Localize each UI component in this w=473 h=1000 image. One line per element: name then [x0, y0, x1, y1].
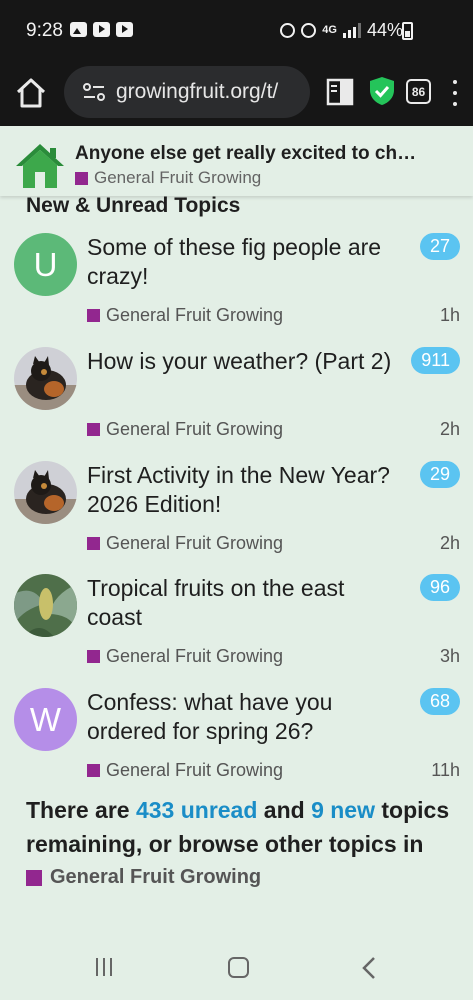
topic-age[interactable]: 11h — [431, 760, 460, 781]
browse-category-label: General Fruit Growing — [50, 866, 262, 888]
header-category-label: General Fruit Growing — [94, 168, 262, 187]
plant-photo-avatar — [14, 574, 77, 637]
youtube-notification-icon — [93, 22, 110, 37]
notification-icons — [70, 22, 133, 37]
remaining-topics-message: There are 433 unread and 9 new topics re… — [26, 793, 466, 861]
topic-link[interactable]: Some of these fig people are crazy! — [87, 233, 397, 291]
back-icon[interactable] — [362, 956, 376, 980]
status-bar: 9:28 4G 44% — [0, 0, 473, 62]
avatar[interactable]: W — [14, 688, 77, 751]
unread-link[interactable]: 433 unread — [136, 797, 257, 823]
topic-category-label: General Fruit Growing — [106, 419, 284, 439]
network-type: 4G — [322, 24, 337, 36]
topic-age[interactable]: 1h — [440, 305, 460, 326]
data-saver-icon — [280, 23, 296, 38]
topic-link[interactable]: How is your weather? (Part 2) — [87, 347, 397, 376]
topic-category[interactable]: General Fruit Growing — [87, 760, 283, 781]
topic-title[interactable]: Anyone else get really excited to ch… — [75, 143, 465, 165]
footer-prefix: There are — [26, 797, 136, 823]
new-link[interactable]: 9 new — [311, 797, 375, 823]
system-nav-bar — [0, 936, 473, 1000]
category-square-icon — [75, 171, 88, 185]
tabs-button[interactable]: 86 — [406, 79, 431, 104]
topic-item[interactable]: U Some of these fig people are crazy! 27… — [0, 233, 473, 347]
nav-home-icon[interactable] — [228, 957, 249, 978]
youtube-notification-icon-2 — [116, 22, 133, 37]
avatar[interactable] — [14, 574, 77, 637]
reply-count-badge[interactable]: 911 — [411, 347, 460, 374]
gallery-notification-icon — [70, 22, 87, 37]
house-logo-icon[interactable] — [14, 142, 66, 190]
recent-apps-icon[interactable] — [96, 958, 112, 976]
address-bar[interactable]: growingfruit.org/t/ — [64, 66, 310, 118]
topic-category[interactable]: General Fruit Growing — [87, 419, 283, 440]
avatar[interactable] — [14, 461, 77, 524]
avatar-letter: W — [14, 688, 77, 751]
browser-toolbar: growingfruit.org/t/ 86 — [0, 62, 473, 126]
topic-category-label: General Fruit Growing — [106, 305, 284, 325]
reply-count-badge[interactable]: 29 — [419, 461, 460, 488]
topic-category[interactable]: General Fruit Growing — [87, 646, 283, 667]
cat-photo-avatar — [14, 461, 77, 524]
avatar[interactable]: U — [14, 233, 77, 296]
category-square-icon — [87, 423, 100, 436]
status-time: 9:28 — [26, 20, 63, 41]
site-header: Anyone else get really excited to ch… Ge… — [0, 126, 473, 196]
topic-category-label: General Fruit Growing — [106, 533, 284, 553]
battery-percent: 44% — [366, 20, 403, 40]
home-icon[interactable] — [14, 76, 48, 110]
browse-category-link[interactable]: General Fruit Growing — [26, 866, 261, 889]
topic-item[interactable]: W Confess: what have you ordered for spr… — [0, 688, 473, 802]
signal-icon — [342, 23, 361, 38]
footer-middle: and — [257, 797, 312, 823]
reply-count-badge[interactable]: 27 — [419, 233, 460, 260]
url-text: growingfruit.org/t/ — [116, 80, 279, 103]
alarm-icon — [301, 23, 317, 38]
more-menu-icon[interactable] — [450, 78, 460, 108]
topic-link[interactable]: First Activity in the New Year? 2026 Edi… — [87, 461, 397, 519]
topic-age[interactable]: 3h — [440, 646, 460, 667]
header-category[interactable]: General Fruit Growing — [75, 168, 261, 188]
avatar-letter: U — [14, 233, 77, 296]
category-square-icon — [87, 650, 100, 663]
topic-item[interactable]: First Activity in the New Year? 2026 Edi… — [0, 461, 473, 575]
battery-icon — [402, 22, 413, 40]
reply-count-badge[interactable]: 96 — [419, 574, 460, 601]
avatar[interactable] — [14, 347, 77, 410]
topic-link[interactable]: Confess: what have you ordered for sprin… — [87, 688, 397, 746]
cat-photo-avatar — [14, 347, 77, 410]
shield-check-icon[interactable] — [369, 76, 395, 106]
category-square-icon — [87, 309, 100, 322]
topic-age[interactable]: 2h — [440, 533, 460, 554]
topic-category[interactable]: General Fruit Growing — [87, 533, 283, 554]
category-square-icon — [26, 869, 42, 886]
topic-category-label: General Fruit Growing — [106, 760, 284, 780]
reply-count-badge[interactable]: 68 — [419, 688, 460, 715]
topic-category[interactable]: General Fruit Growing — [87, 305, 283, 326]
category-square-icon — [87, 764, 100, 777]
section-heading: New & Unread Topics — [26, 194, 241, 217]
topic-item[interactable]: How is your weather? (Part 2) 911 Genera… — [0, 347, 473, 461]
topic-item[interactable]: Tropical fruits on the east coast 96 Gen… — [0, 574, 473, 688]
topic-category-label: General Fruit Growing — [106, 646, 284, 666]
reader-mode-icon[interactable] — [326, 78, 354, 106]
site-settings-icon[interactable] — [82, 82, 106, 102]
topic-age[interactable]: 2h — [440, 419, 460, 440]
topic-link[interactable]: Tropical fruits on the east coast — [87, 574, 397, 632]
category-square-icon — [87, 537, 100, 550]
system-icons: 4G 44% — [280, 20, 403, 41]
